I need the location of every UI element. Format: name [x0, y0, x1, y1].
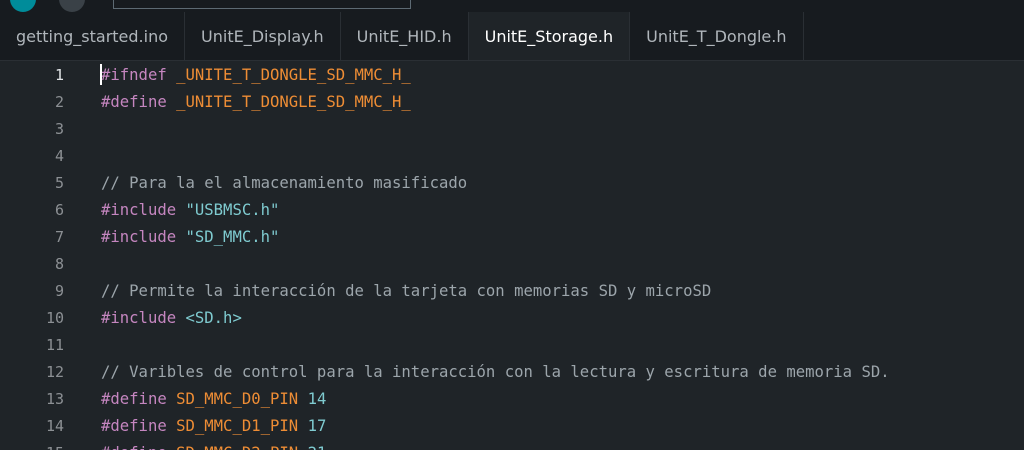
code-line[interactable]: 14 #define SD_MMC_D1_PIN 17	[0, 412, 1024, 439]
code-token: <SD.h>	[185, 308, 242, 327]
line-number: 3	[54, 119, 64, 138]
code-line[interactable]: 11	[0, 331, 1024, 358]
code-text: #define _UNITE_T_DONGLE_SD_MMC_H_	[101, 93, 411, 111]
code-line[interactable]: 1 #ifndef _UNITE_T_DONGLE_SD_MMC_H_	[0, 61, 1024, 88]
code-token: // Permite la interacción de la tarjeta …	[101, 281, 712, 300]
line-number: 1	[54, 65, 64, 84]
code-text: #include <SD.h>	[101, 309, 242, 327]
line-number: 14	[45, 416, 64, 435]
line-number: 12	[45, 362, 64, 381]
line-number: 7	[54, 227, 64, 246]
code-token: #include	[101, 200, 177, 219]
line-number: 5	[54, 173, 64, 192]
code-line[interactable]: 5 // Para la el almacenamiento masificado	[0, 169, 1024, 196]
code-line[interactable]: 2 #define _UNITE_T_DONGLE_SD_MMC_H_	[0, 88, 1024, 115]
code-token: "USBMSC.h"	[185, 200, 280, 219]
line-number: 4	[54, 146, 64, 165]
code-token: #define	[101, 444, 167, 450]
code-line[interactable]: 8	[0, 250, 1024, 277]
code-token: #ifndef	[101, 65, 167, 84]
file-tabs: getting_started.ino UnitE_Display.h UnitE_…	[0, 12, 1024, 61]
code-line[interactable]: 12 // Varibles de control para la interac…	[0, 358, 1024, 385]
code-line[interactable]: 9 // Permite la interacción de la tarjeta…	[0, 277, 1024, 304]
code-token: 14	[307, 389, 327, 408]
code-token: 21	[308, 444, 327, 450]
code-token: #define	[101, 389, 167, 408]
code-token: SD_MMC_D2_PIN	[176, 444, 298, 450]
code-text: #define SD_MMC_D2_PIN 21	[101, 444, 326, 450]
code-text: #include "SD_MMC.h"	[101, 228, 279, 246]
code-line[interactable]: 4	[0, 142, 1024, 169]
code-line[interactable]: 7 #include "SD_MMC.h"	[0, 223, 1024, 250]
line-number: 8	[54, 254, 64, 273]
board-selector[interactable]	[113, 0, 411, 9]
code-text: // Varibles de control para la interacci…	[101, 363, 890, 381]
tab-unite-display-h[interactable]: UnitE_Display.h	[185, 12, 341, 60]
code-token: 17	[307, 416, 327, 435]
verify-button[interactable]	[10, 0, 36, 12]
code-line[interactable]: 10 #include <SD.h>	[0, 304, 1024, 331]
code-token: #include	[101, 308, 177, 327]
code-text: #ifndef _UNITE_T_DONGLE_SD_MMC_H_	[101, 66, 411, 84]
line-number: 9	[54, 281, 64, 300]
code-line[interactable]: 3	[0, 115, 1024, 142]
text-cursor	[100, 64, 102, 85]
code-line[interactable]: 15 #define SD_MMC_D2_PIN 21	[0, 439, 1024, 450]
tab-getting-started-ino[interactable]: getting_started.ino	[0, 12, 186, 60]
code-line[interactable]: 6 #include "USBMSC.h"	[0, 196, 1024, 223]
code-text: #include "USBMSC.h"	[101, 201, 279, 219]
code-token: "SD_MMC.h"	[185, 227, 280, 246]
code-token: #include	[101, 227, 177, 246]
code-token: SD_MMC_D0_PIN	[176, 389, 299, 408]
tab-unite-storage-h[interactable]: UnitE_Storage.h	[468, 12, 631, 60]
line-number: 2	[54, 92, 64, 111]
code-text: // Permite la interacción de la tarjeta …	[101, 282, 711, 300]
code-token: // Varibles de control para la interacci…	[101, 362, 890, 381]
code-line[interactable]: 13 #define SD_MMC_D0_PIN 14	[0, 385, 1024, 412]
code-text: #define SD_MMC_D0_PIN 14	[101, 390, 326, 408]
line-number: 10	[45, 308, 64, 327]
top-toolbar	[0, 0, 1024, 12]
code-token: #define	[101, 92, 167, 111]
code-editor[interactable]: 1 #ifndef _UNITE_T_DONGLE_SD_MMC_H_ 2 #defi…	[0, 61, 1024, 450]
line-number: 13	[45, 389, 64, 408]
code-token: // Para la el almacenamiento masificado	[101, 173, 468, 192]
tab-unite-t-dongle-h[interactable]: UnitE_T_Dongle.h	[630, 12, 804, 60]
line-number: 15	[0, 444, 64, 450]
code-token: SD_MMC_D1_PIN	[176, 416, 299, 435]
upload-button[interactable]	[59, 0, 85, 12]
line-number: 6	[54, 200, 64, 219]
code-text: // Para la el almacenamiento masificado	[101, 174, 467, 192]
line-number: 11	[45, 335, 64, 354]
code-token: _UNITE_T_DONGLE_SD_MMC_H_	[176, 92, 411, 111]
code-text: #define SD_MMC_D1_PIN 17	[101, 417, 326, 435]
code-token: #define	[101, 416, 167, 435]
code-token: _UNITE_T_DONGLE_SD_MMC_H_	[176, 65, 411, 84]
tab-unite-hid-h[interactable]: UnitE_HID.h	[341, 12, 469, 60]
